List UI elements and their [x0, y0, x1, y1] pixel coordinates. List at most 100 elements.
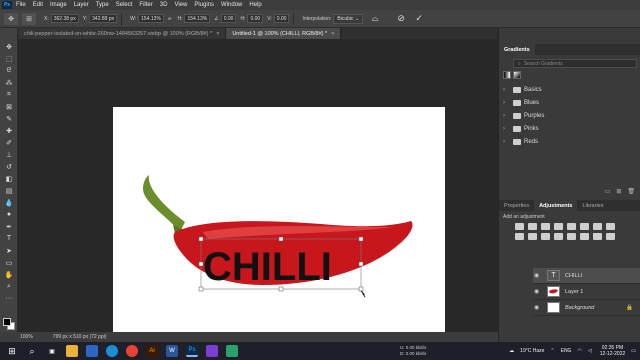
tab-gradients[interactable]: Gradients — [499, 44, 535, 55]
folder-pinks[interactable]: › Pinks — [499, 122, 640, 135]
move-tool-preset-icon[interactable]: ✥ — [4, 12, 18, 25]
layer-1[interactable]: ◉ Layer 1 — [533, 284, 640, 300]
link-icon[interactable]: ∞ — [168, 16, 172, 22]
menu-filter[interactable]: Filter — [139, 2, 152, 8]
search-gradients-input[interactable]: ⌕ Search Gradients — [513, 59, 637, 68]
exposure-icon[interactable] — [554, 223, 563, 230]
notifications-icon[interactable]: ▭ — [631, 348, 636, 354]
language-label[interactable]: ENG — [561, 348, 572, 354]
dodge-tool-icon[interactable]: ● — [4, 210, 14, 219]
menu-edit[interactable]: Edit — [33, 2, 43, 8]
threshold-icon[interactable] — [580, 233, 589, 240]
file-explorer-icon[interactable] — [66, 345, 78, 357]
chevron-right-icon[interactable]: › — [503, 139, 511, 145]
close-icon[interactable]: × — [216, 31, 219, 37]
marquee-tool-icon[interactable]: ⬚ — [4, 54, 14, 63]
angle-field[interactable]: 0.00 — [220, 14, 237, 23]
reference-point-icon[interactable]: ⊞ — [22, 12, 36, 25]
volume-icon[interactable]: ◁ — [588, 348, 592, 354]
hue-saturation-icon[interactable] — [580, 223, 589, 230]
menu-select[interactable]: Select — [116, 2, 133, 8]
menu-help[interactable]: Help — [249, 2, 261, 8]
chevron-up-icon[interactable]: ⌃ — [550, 348, 554, 354]
photo-filter-icon[interactable] — [515, 233, 524, 240]
blur-tool-icon[interactable]: 💧 — [4, 198, 14, 207]
folder-blues[interactable]: › Blues — [499, 96, 640, 109]
vibrance-icon[interactable] — [567, 223, 576, 230]
chevron-right-icon[interactable]: › — [503, 126, 511, 132]
chrome-icon[interactable] — [126, 345, 138, 357]
document-canvas[interactable]: CHILLI — [113, 107, 445, 347]
document-size[interactable]: 799 px x 510 px (72 ppi) — [53, 334, 107, 340]
store-icon[interactable] — [86, 345, 98, 357]
photoshop-icon[interactable]: Ps — [186, 345, 198, 357]
trash-icon[interactable]: 🗑 — [627, 188, 635, 195]
height-field[interactable]: 154.13% — [184, 14, 211, 23]
tab-chili-pepper[interactable]: chili-pepper-isolated-on-white-260nw-148… — [18, 28, 227, 39]
chevron-right-icon[interactable]: › — [503, 100, 511, 106]
more-tools-icon[interactable]: ··· — [4, 294, 14, 303]
new-group-icon[interactable]: ▭ — [605, 188, 611, 195]
menu-image[interactable]: Image — [50, 2, 67, 8]
y-field[interactable]: 342.89 px — [89, 14, 118, 23]
weather-label[interactable]: 19°C Haze — [520, 348, 544, 354]
zoom-level[interactable]: 100% — [20, 334, 33, 340]
new-gradient-icon[interactable]: ⊞ — [616, 188, 621, 195]
width-field[interactable]: 154.13% — [138, 14, 164, 23]
levels-icon[interactable] — [528, 223, 537, 230]
menu-plugins[interactable]: Plugins — [194, 2, 214, 8]
black-white-icon[interactable] — [606, 223, 615, 230]
layer-background[interactable]: ◉ Background 🔒 — [533, 300, 640, 316]
healing-brush-tool-icon[interactable]: ✚ — [4, 126, 14, 135]
search-icon[interactable]: ⌕ — [26, 345, 38, 357]
color-lookup-icon[interactable] — [541, 233, 550, 240]
cancel-transform-icon[interactable]: ⊘ — [395, 13, 407, 25]
illustrator-icon[interactable]: Ai — [146, 345, 158, 357]
rectangle-tool-icon[interactable]: ▭ — [4, 258, 14, 267]
channel-mixer-icon[interactable] — [528, 233, 537, 240]
eye-icon[interactable]: ◉ — [534, 272, 542, 279]
folder-purples[interactable]: › Purples — [499, 109, 640, 122]
crop-tool-icon[interactable]: ⌗ — [4, 90, 14, 99]
tab-adjustments[interactable]: Adjustments — [534, 200, 578, 211]
edge-icon[interactable] — [106, 345, 118, 357]
interpolation-select[interactable]: Bicubic ⌄ — [333, 13, 364, 24]
task-view-icon[interactable]: ▣ — [46, 345, 58, 357]
gradient-swatch[interactable] — [503, 71, 511, 79]
menu-view[interactable]: View — [174, 2, 187, 8]
invert-icon[interactable] — [554, 233, 563, 240]
close-icon[interactable]: × — [331, 31, 334, 37]
lock-icon[interactable]: 🔒 — [626, 305, 633, 311]
windows-start-icon[interactable]: ⊞ — [6, 345, 18, 357]
brightness-contrast-icon[interactable] — [515, 223, 524, 230]
eyedropper-tool-icon[interactable]: ✎ — [4, 114, 14, 123]
h-skew-field[interactable]: 0.00 — [247, 14, 264, 23]
move-tool-icon[interactable]: ✥ — [4, 42, 14, 51]
media-icon[interactable] — [206, 345, 218, 357]
warp-icon[interactable]: ⌓ — [369, 13, 381, 25]
color-balance-icon[interactable] — [593, 223, 602, 230]
folder-basics[interactable]: › Basics — [499, 83, 640, 96]
brush-tool-icon[interactable]: ✐ — [4, 138, 14, 147]
layer-chilli[interactable]: ◉ T CHILLI — [533, 268, 640, 284]
pen-tool-icon[interactable]: ✒ — [4, 222, 14, 231]
selective-color-icon[interactable] — [593, 233, 602, 240]
chevron-right-icon[interactable]: › — [503, 113, 511, 119]
gradient-tool-icon[interactable]: ▤ — [4, 186, 14, 195]
clone-stamp-tool-icon[interactable]: ⊥ — [4, 150, 14, 159]
tab-properties[interactable]: Properties — [499, 200, 534, 211]
gradient-map-icon[interactable] — [606, 233, 615, 240]
lasso-tool-icon[interactable]: ᘓ — [4, 66, 14, 75]
hand-tool-icon[interactable]: ✋ — [4, 270, 14, 279]
menu-layer[interactable]: Layer — [74, 2, 89, 8]
zoom-tool-icon[interactable]: ⌕ — [4, 282, 14, 291]
clock[interactable]: 02:35 PM 12-12-2022 — [600, 345, 626, 357]
menu-type[interactable]: Type — [96, 2, 109, 8]
posterize-icon[interactable] — [567, 233, 576, 240]
tab-libraries[interactable]: Libraries — [577, 200, 608, 211]
wifi-icon[interactable]: ◠ — [577, 348, 581, 354]
x-field[interactable]: 362.38 px — [50, 14, 79, 23]
menu-window[interactable]: Window — [221, 2, 242, 8]
word-icon[interactable]: W — [166, 345, 178, 357]
v-skew-field[interactable]: 0.00 — [273, 14, 290, 23]
